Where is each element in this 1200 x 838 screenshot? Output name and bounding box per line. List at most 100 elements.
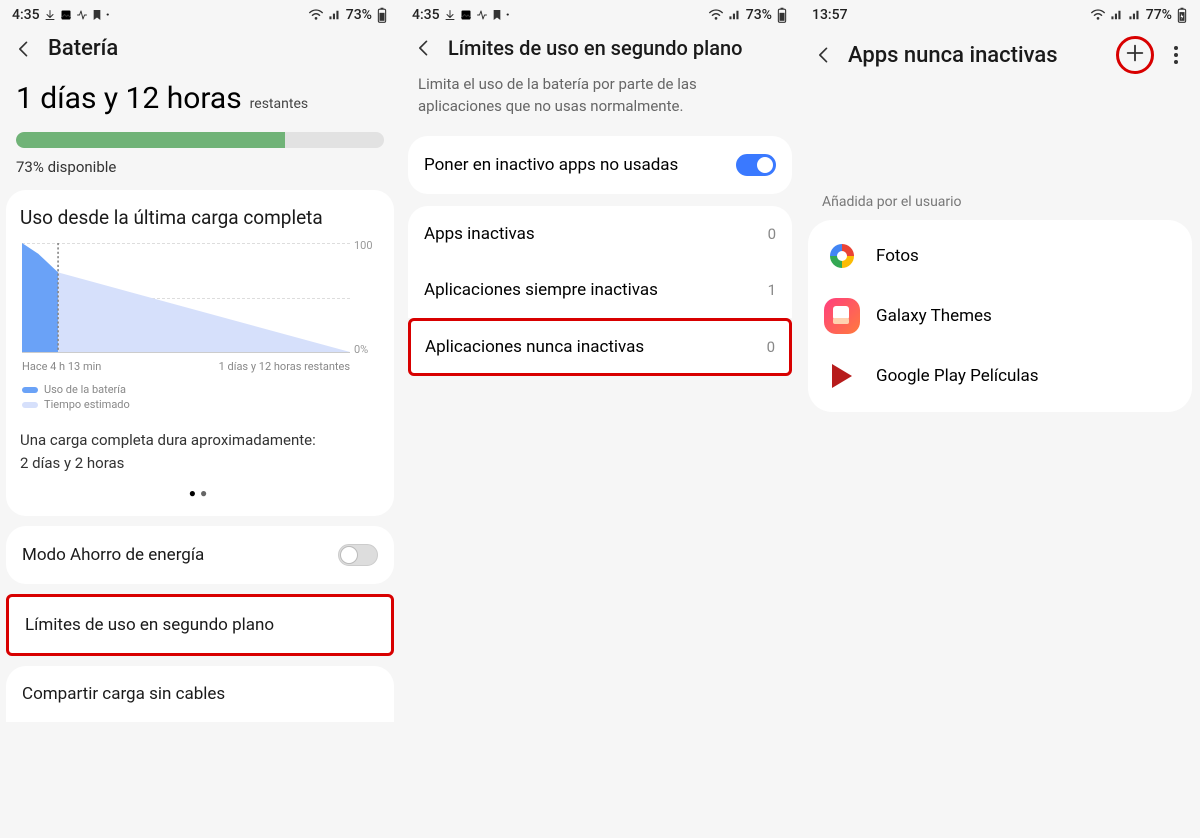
never-sleeping-apps-row[interactable]: Aplicaciones nunca inactivas 0 [408,318,792,376]
activity-icon [476,9,488,21]
app-name: Galaxy Themes [876,306,992,326]
battery-progress-bar [16,132,384,148]
deep-sleeping-apps-count: 1 [768,281,776,299]
header: Límites de uso en segundo plano [400,28,800,70]
power-saving-toggle[interactable] [338,544,378,566]
legend-swatch-used [22,387,38,393]
sleep-unused-toggle[interactable] [736,154,776,176]
status-time: 13:57 [812,7,848,23]
page-title: Límites de uso en segundo plano [448,36,786,60]
header: Batería [0,28,400,71]
signal-icon [728,9,742,21]
chart-svg [22,243,350,352]
app-icon-play-movies [824,358,860,394]
sleeping-apps-label: Apps inactivas [424,224,535,244]
app-name: Google Play Películas [876,366,1039,386]
battery-remaining: 1 días y 12 horas restantes [0,71,400,120]
chart-x-left: Hace 4 h 13 min [22,360,101,373]
status-time: 4:35 [412,7,440,23]
download-icon [44,9,56,21]
usage-card[interactable]: Uso desde la última carga completa 100 0… [6,190,394,516]
image-icon [60,9,72,21]
battery-usage-chart: 100 0% Hace 4 h 13 min 1 días y 12 horas… [22,243,378,373]
chart-x-right: 1 días y 12 horas restantes [219,360,350,373]
app-name: Fotos [876,246,919,266]
app-row-fotos[interactable]: Fotos [808,226,1192,286]
deep-sleeping-apps-row[interactable]: Aplicaciones siempre inactivas 1 [408,262,792,318]
add-button-highlight [1116,36,1154,74]
user-added-apps-list: Fotos Galaxy Themes Google Play Película… [808,220,1192,412]
never-sleeping-apps-count: 0 [767,338,775,356]
download-icon [444,9,456,21]
activity-icon [76,9,88,21]
page-description: Limita el uso de la batería por parte de… [400,70,800,136]
battery-remaining-value: 1 días y 12 horas [16,81,242,116]
sleep-unused-row[interactable]: Poner en inactivo apps no usadas [408,136,792,194]
back-button[interactable] [14,39,34,59]
battery-progress-fill [16,132,285,148]
status-bar: 13:57 77% [800,0,1200,28]
status-bar: 4:35 · 73% [0,0,400,28]
battery-available-text: 73% disponible [0,154,400,190]
full-charge-info: Una carga completa dura aproximadamente:… [20,429,380,474]
battery-icon [776,7,788,23]
wireless-share-label: Compartir carga sin cables [22,684,225,704]
status-battery-pct: 77% [1146,7,1172,23]
usage-card-title: Uso desde la última carga completa [20,206,380,229]
signal-icon [328,9,342,21]
sleeping-apps-count: 0 [768,225,776,243]
battery-icon [376,7,388,23]
deep-sleeping-apps-label: Aplicaciones siempre inactivas [424,280,658,300]
screen-battery: 4:35 · 73% [0,0,400,838]
app-row-play-movies[interactable]: Google Play Películas [808,346,1192,406]
screen-never-sleep-apps: 13:57 77% Apps nunca inactivas [800,0,1200,838]
background-limits-row[interactable]: Límites de uso en segundo plano [6,594,394,656]
status-battery-pct: 73% [346,7,372,23]
page-title: Batería [48,36,386,61]
app-icon-galaxy-themes [824,298,860,334]
battery-remaining-suffix: restantes [250,96,308,112]
legend-used-label: Uso de la batería [44,383,126,396]
never-sleeping-apps-label: Aplicaciones nunca inactivas [425,337,644,357]
legend-swatch-est [22,402,38,408]
wifi-icon [708,9,724,21]
section-user-added: Añadida por el usuario [800,84,1200,216]
wireless-share-row[interactable]: Compartir carga sin cables [6,666,394,722]
dot-icon: · [506,7,510,23]
background-limits-label: Límites de uso en segundo plano [25,615,274,635]
bookmark-icon [92,9,102,21]
power-saving-row[interactable]: Modo Ahorro de energía [6,526,394,584]
page-indicator[interactable]: ●● [20,474,380,500]
image-icon [460,9,472,21]
legend-est-label: Tiempo estimado [44,398,130,411]
status-time: 4:35 [12,7,40,23]
page-title: Apps nunca inactivas [848,43,1102,68]
sleep-unused-label: Poner en inactivo apps no usadas [424,155,678,175]
app-row-galaxy-themes[interactable]: Galaxy Themes [808,286,1192,346]
battery-charging-icon [1176,7,1188,23]
app-icon-fotos [824,238,860,274]
chart-y-top: 100 [354,239,378,252]
signal-icon-2 [1128,9,1142,21]
sleeping-apps-row[interactable]: Apps inactivas 0 [408,206,792,262]
page-dot-2: ● [200,486,211,500]
add-button[interactable] [1124,42,1146,68]
screen-background-limits: 4:35 · 73% [400,0,800,838]
back-button[interactable] [814,45,834,65]
status-bar: 4:35 · 73% [400,0,800,28]
signal-icon [1110,9,1124,21]
back-button[interactable] [414,38,434,58]
status-battery-pct: 73% [746,7,772,23]
more-button[interactable] [1166,45,1186,65]
power-saving-label: Modo Ahorro de energía [22,545,204,565]
chart-y-bottom: 0% [354,343,378,356]
wifi-icon [308,9,324,21]
chart-legend: Uso de la batería Tiempo estimado [20,379,380,417]
full-charge-label: Una carga completa dura aproximadamente: [20,429,380,452]
full-charge-value: 2 días y 2 horas [20,452,380,475]
page-dot-1: ● [189,486,200,500]
bookmark-icon [492,9,502,21]
dot-icon: · [106,7,110,23]
header: Apps nunca inactivas [800,28,1200,84]
wifi-icon [1090,9,1106,21]
